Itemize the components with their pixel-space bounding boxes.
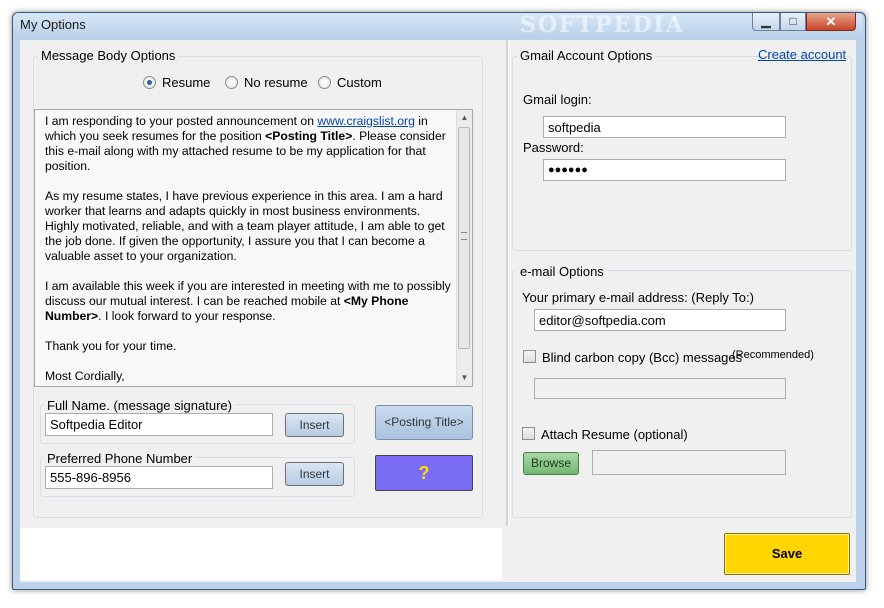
paragraph-5: Most Cordially, (45, 369, 125, 383)
radio-custom-label[interactable]: Custom (337, 75, 382, 90)
scroll-thumb[interactable] (458, 127, 470, 349)
password-label: Password: (523, 140, 584, 155)
save-button[interactable]: Save (724, 533, 850, 575)
paragraph-3: I am available this week if you are inte… (45, 279, 457, 324)
minimize-icon: ▁ (761, 14, 771, 28)
posting-title-placeholder: <Posting Title> (265, 129, 353, 143)
attach-resume-checkbox[interactable] (522, 427, 535, 440)
minimize-button[interactable]: ▁ (752, 13, 780, 31)
password-input[interactable]: ●●●●●● (543, 159, 786, 181)
close-icon: ✕ (825, 14, 837, 29)
radio-no-resume-label[interactable]: No resume (244, 75, 308, 90)
bcc-checkbox[interactable] (523, 350, 536, 363)
bcc-label[interactable]: Blind carbon copy (Bcc) messages (542, 350, 742, 365)
full-name-label: Full Name. (message signature) (44, 398, 235, 413)
bcc-recommended-note: (Recommended) (732, 349, 814, 361)
grip-icon (461, 232, 467, 240)
paragraph-2: As my resume states, I have previous exp… (45, 189, 445, 263)
vertical-scrollbar[interactable]: ▲ ▼ (456, 110, 472, 386)
paragraph-3-end: . I look forward to your response. (98, 309, 276, 323)
footer-area (20, 528, 502, 580)
scroll-up-icon[interactable]: ▲ (457, 113, 472, 122)
phone-input[interactable]: 555-896-8956 (45, 466, 273, 489)
window-title: My Options (20, 17, 86, 32)
help-button[interactable]: ? (375, 455, 473, 491)
insert-phone-button[interactable]: Insert (285, 462, 344, 486)
full-name-input[interactable]: Softpedia Editor (45, 413, 273, 436)
scroll-down-icon[interactable]: ▼ (457, 373, 472, 382)
gmail-login-input[interactable]: softpedia (543, 116, 786, 138)
email-options-title: e-mail Options (517, 264, 607, 279)
message-body-group-title: Message Body Options (38, 48, 179, 63)
insert-name-button[interactable]: Insert (285, 413, 344, 437)
bcc-input[interactable] (534, 378, 786, 399)
message-body-content: I am responding to your posted announcem… (45, 114, 457, 386)
paragraph-1: I am responding to your posted announcem… (45, 114, 457, 174)
watermark-logo: SOFTPEDIA (520, 12, 685, 38)
posting-title-button[interactable]: <Posting Title> (375, 405, 473, 440)
radio-custom[interactable] (318, 76, 331, 89)
craigslist-link[interactable]: www.craigslist.org (317, 114, 415, 128)
message-body-textarea[interactable]: I am responding to your posted announcem… (34, 109, 473, 387)
gmail-group-title: Gmail Account Options (517, 48, 656, 63)
paragraph-4: Thank you for your time. (45, 339, 177, 353)
paragraph-1-text: I am responding to your posted announcem… (45, 114, 318, 128)
phone-label: Preferred Phone Number (44, 451, 196, 466)
radio-no-resume[interactable] (225, 76, 238, 89)
create-account-link[interactable]: Create account (758, 47, 846, 62)
radio-resume[interactable] (143, 76, 156, 89)
primary-email-label: Your primary e-mail address: (Reply To:) (522, 290, 754, 305)
radio-resume-label[interactable]: Resume (162, 75, 210, 90)
maximize-icon: □ (789, 14, 797, 28)
gmail-login-label: Gmail login: (523, 92, 592, 107)
resume-path-input[interactable] (592, 450, 786, 475)
primary-email-input[interactable]: editor@softpedia.com (534, 309, 786, 331)
browse-button[interactable]: Browse (523, 452, 579, 475)
title-bar[interactable] (13, 13, 863, 39)
maximize-button[interactable]: □ (780, 13, 806, 31)
close-button[interactable]: ✕ (806, 13, 856, 31)
panel-splitter[interactable] (506, 40, 509, 526)
attach-resume-label[interactable]: Attach Resume (optional) (541, 427, 688, 442)
